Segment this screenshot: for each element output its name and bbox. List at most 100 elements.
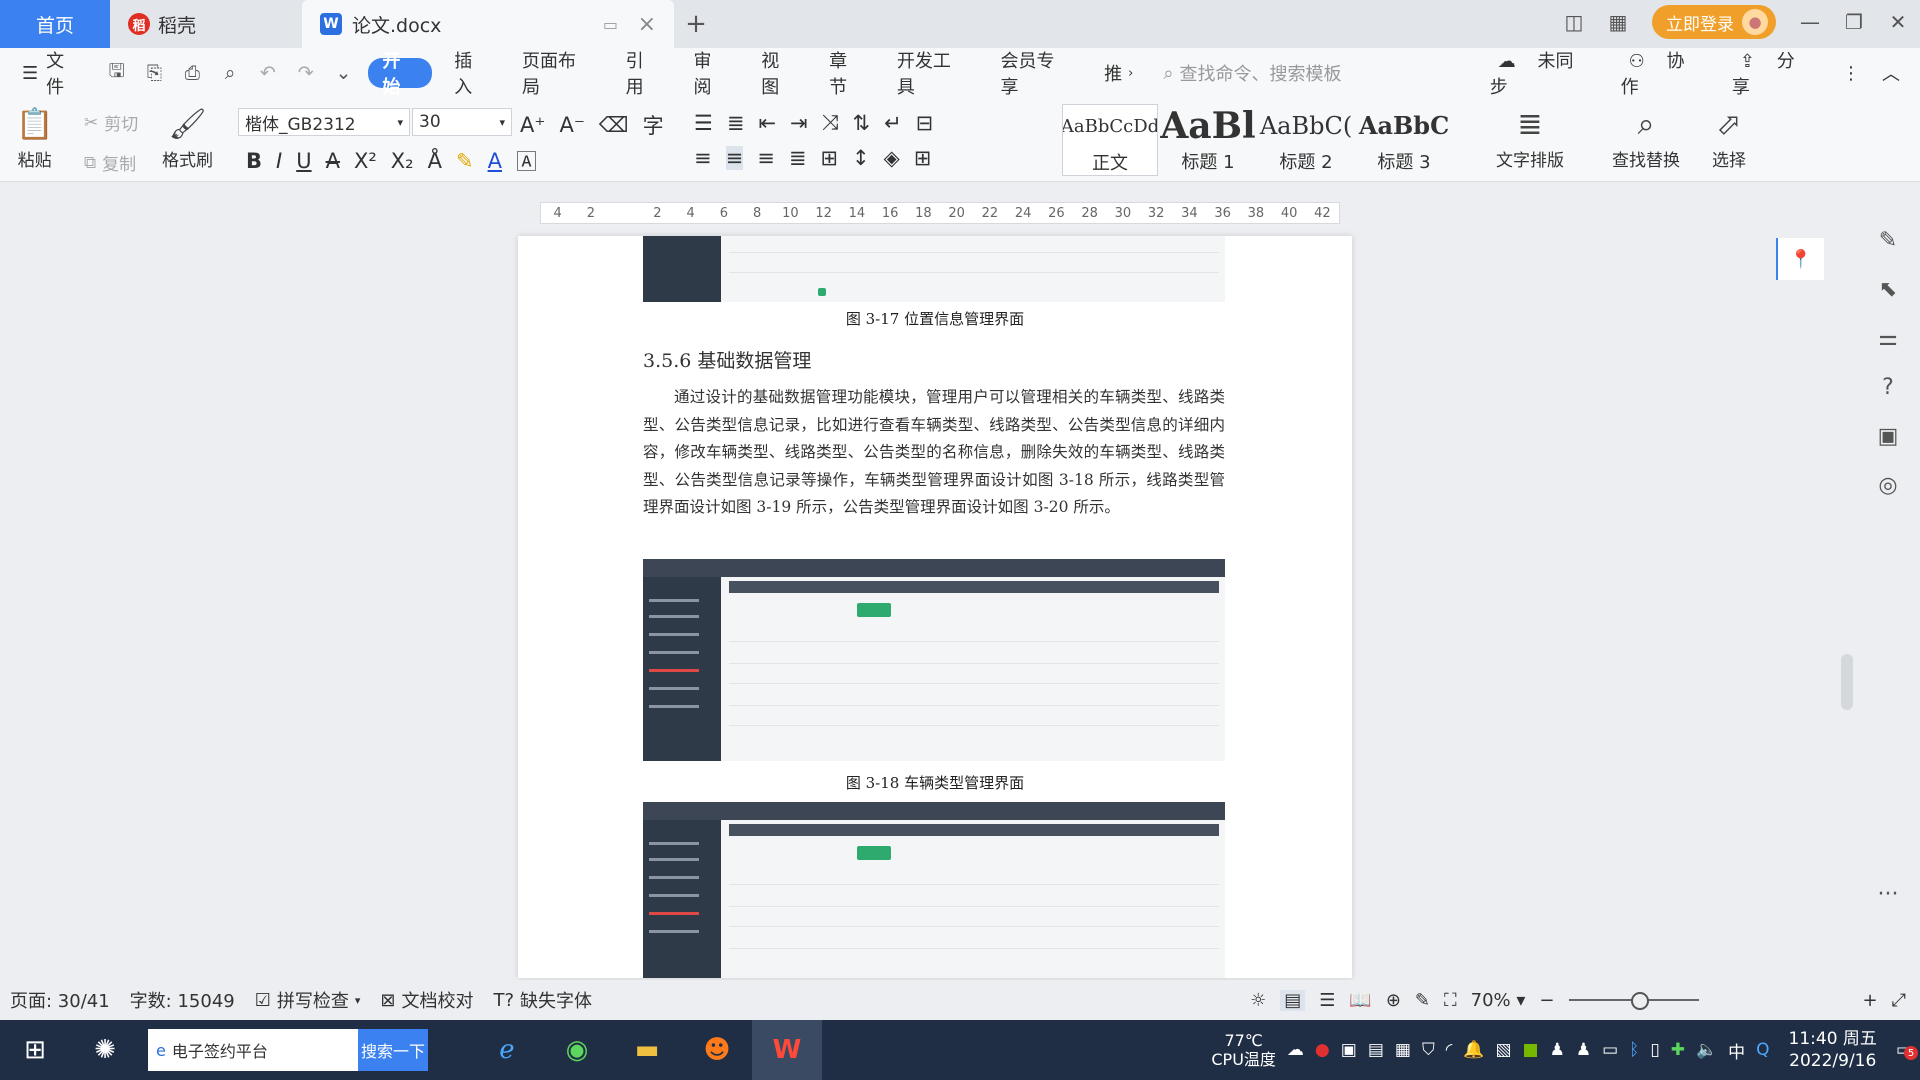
tray-app-icon[interactable]: ✚ <box>1671 1040 1685 1060</box>
game-app-icon[interactable]: ☻ <box>682 1020 752 1080</box>
volume-icon[interactable]: 🔈 <box>1696 1040 1717 1060</box>
pen-icon[interactable]: ✎ <box>1879 228 1897 253</box>
style-heading-1[interactable]: AaBl 标题 1 <box>1160 104 1256 176</box>
weather-cloud-icon[interactable]: ☁ <box>1287 1040 1304 1060</box>
print-icon[interactable]: ⎙ <box>173 48 211 98</box>
zoom-slider[interactable] <box>1568 992 1699 1010</box>
tab-document[interactable]: W 论文.docx ▭ × <box>302 0 674 48</box>
usb-icon[interactable]: ▯ <box>1650 1040 1659 1060</box>
shield-icon[interactable]: ⛉ <box>1422 1040 1435 1060</box>
line-spacing-icon[interactable]: ↕ <box>852 146 870 170</box>
qq-icon[interactable]: ♟ <box>1576 1040 1591 1060</box>
new-tab-button[interactable]: + <box>674 0 718 48</box>
menu-tab-insert[interactable]: 插入 <box>438 48 506 98</box>
menu-tab-home[interactable]: 开始 <box>368 51 433 98</box>
find-replace-button[interactable]: ⌕ 查找替换 <box>1612 104 1680 171</box>
tab-daoke[interactable]: 稻 稻壳 <box>110 0 302 48</box>
location-pin-icon[interactable]: 📍 <box>1776 238 1824 280</box>
minimize-icon[interactable]: — <box>1788 0 1832 44</box>
style-heading-2[interactable]: AaBbC(标题 2 <box>1258 104 1354 176</box>
360-browser-icon[interactable]: ◉ <box>542 1020 612 1080</box>
justify-icon[interactable]: ≣ <box>789 146 807 170</box>
sort-icon[interactable]: ⇅ <box>852 111 870 135</box>
sync-button[interactable]: ☁ 未同步 <box>1482 47 1607 99</box>
share-button[interactable]: ⇪ 分享 <box>1724 47 1828 99</box>
sliders-icon[interactable]: ⚌ <box>1878 326 1898 351</box>
battery-icon[interactable]: ▭ <box>1602 1040 1618 1060</box>
qq-icon[interactable]: ♟ <box>1550 1040 1565 1060</box>
apps-grid-icon[interactable]: ▦ <box>1596 0 1640 44</box>
tray-app-icon[interactable]: ▤ <box>1368 1040 1384 1060</box>
font-family-select[interactable]: 楷体_GB2312 ▾ <box>238 108 410 136</box>
superscript-icon[interactable]: X² <box>354 149 377 173</box>
clear-format-icon[interactable]: ⌫ <box>599 113 629 137</box>
layout-icon[interactable]: ◫ <box>1552 0 1596 44</box>
windows-start-icon[interactable]: ⊞ <box>0 1020 70 1080</box>
help-icon[interactable]: ? <box>1882 375 1894 400</box>
align-center-icon[interactable]: ≡ <box>725 146 744 170</box>
taskbar-search[interactable]: e 电子签约平台 搜索一下 <box>148 1029 428 1071</box>
grow-font-icon[interactable]: A⁺ <box>520 113 545 137</box>
fullscreen-icon[interactable]: ⤢ <box>1892 990 1906 1011</box>
eye-protect-icon[interactable]: ☼ <box>1250 990 1266 1011</box>
close-tab-icon[interactable]: × <box>638 12 656 37</box>
font-size-select[interactable]: 30 ▾ <box>412 108 512 136</box>
zoom-select[interactable]: 70% ▾ <box>1471 990 1526 1011</box>
distribute-icon[interactable]: ⊞ <box>820 146 838 170</box>
bluetooth-icon[interactable]: ᛒ <box>1629 1040 1639 1060</box>
borders-icon[interactable]: ⊞ <box>914 146 932 170</box>
scroll-thumb[interactable] <box>1841 654 1853 710</box>
nvidia-icon[interactable]: ■ <box>1523 1040 1539 1060</box>
cut-button[interactable]: ✂ 剪切 <box>84 110 138 136</box>
zoom-out-icon[interactable]: − <box>1539 990 1554 1011</box>
tray-app-icon[interactable]: ● <box>1315 1040 1330 1060</box>
phonetic-icon[interactable]: 字 <box>643 110 664 140</box>
outline-view-icon[interactable]: ☰ <box>1319 990 1335 1011</box>
taskbar-search-button[interactable]: 搜索一下 <box>358 1029 428 1071</box>
bold-icon[interactable]: B <box>246 149 262 173</box>
style-heading-3[interactable]: AaBbC 标题 3 <box>1356 104 1452 176</box>
taskbar-clock[interactable]: 11:40 周五 2022/9/16 <box>1781 1028 1885 1072</box>
align-left-icon[interactable]: ≡ <box>694 146 712 170</box>
tab-home[interactable]: 首页 <box>0 0 110 48</box>
shrink-font-icon[interactable]: A⁻ <box>559 113 584 137</box>
doc-proof-button[interactable]: ⊠ 文档校对 <box>370 987 483 1013</box>
collab-button[interactable]: ⚇ 协作 <box>1613 47 1718 99</box>
tray-app-icon[interactable]: ▦ <box>1395 1040 1411 1060</box>
spell-check-button[interactable]: ☑ 拼写检查 ▾ <box>245 987 371 1013</box>
pointer-icon[interactable]: ⬉ <box>1879 277 1897 302</box>
page-count[interactable]: 页面: 30/41 <box>0 987 120 1013</box>
customize-chevron-icon[interactable]: ⌄ <box>325 48 363 98</box>
select-button[interactable]: ⬀ 选择 <box>1712 104 1746 171</box>
collapse-ribbon-icon[interactable]: ︿ <box>1874 60 1908 86</box>
menu-tab-recommend[interactable]: 推 › <box>1088 48 1137 98</box>
file-explorer-icon[interactable]: ▬ <box>612 1020 682 1080</box>
font-color-icon[interactable]: A <box>488 149 502 173</box>
file-menu[interactable]: ☰ 文件 <box>0 48 98 98</box>
wifi-icon[interactable]: ◜ <box>1446 1040 1453 1060</box>
italic-icon[interactable]: I <box>276 149 282 173</box>
tray-app-icon[interactable]: ▣ <box>1341 1040 1357 1060</box>
menu-tab-view[interactable]: 视图 <box>745 48 813 98</box>
cpu-temp[interactable]: 77℃ CPU温度 <box>1211 1031 1276 1069</box>
monitor-icon[interactable]: ▭ <box>603 15 618 34</box>
menu-tab-chapter[interactable]: 章节 <box>813 48 881 98</box>
style-normal[interactable]: AaBbCcDd 正文 <box>1062 104 1158 176</box>
wps-taskbar-icon[interactable]: W <box>752 1020 822 1080</box>
bullets-icon[interactable]: ☰ <box>694 111 713 135</box>
tab-ruler-icon[interactable]: ⊟ <box>916 111 934 135</box>
redo-icon[interactable]: ↷ <box>287 48 325 98</box>
more-dots-icon[interactable]: ··· <box>1878 882 1899 907</box>
increase-indent-icon[interactable]: ⇥ <box>790 111 808 135</box>
shading-icon[interactable]: ◈ <box>884 146 900 170</box>
strikethrough-icon[interactable]: A <box>326 149 340 173</box>
menu-tab-review[interactable]: 审阅 <box>677 48 745 98</box>
word-count[interactable]: 字数: 15049 <box>120 987 245 1013</box>
decrease-indent-icon[interactable]: ⇤ <box>758 111 776 135</box>
page-view-icon[interactable]: ▤ <box>1280 989 1306 1011</box>
bell-icon[interactable]: 🔔 <box>1463 1040 1484 1060</box>
more-icon[interactable]: ⋮ <box>1834 63 1868 84</box>
assistant-icon[interactable]: ✺ <box>70 1020 140 1080</box>
paste-button[interactable]: 📋 粘贴 <box>16 104 53 171</box>
restore-icon[interactable]: ❐ <box>1832 0 1876 44</box>
